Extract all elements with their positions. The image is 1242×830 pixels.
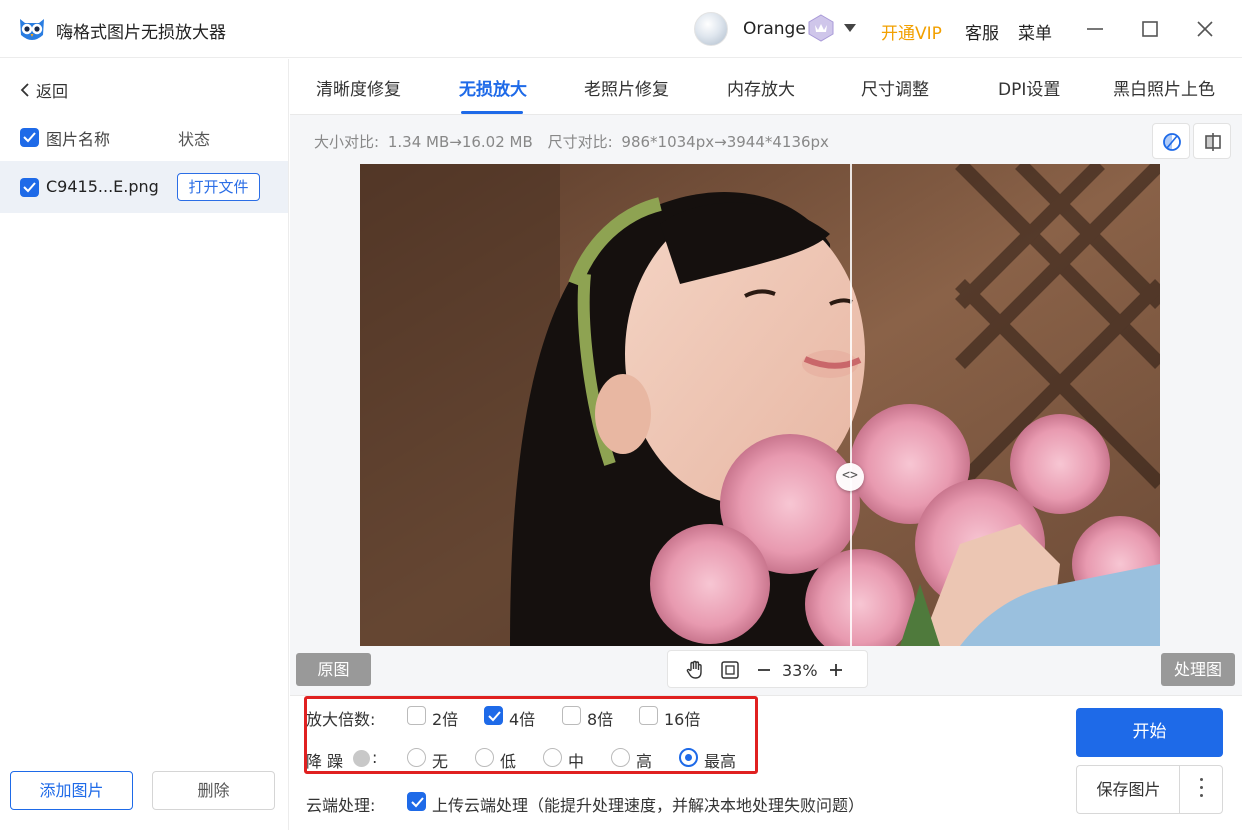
tab-old-photo-repair[interactable]: 老照片修复 [584,75,669,100]
close-icon[interactable] [1190,14,1220,44]
vip-link[interactable]: 开通VIP [881,19,942,44]
active-tab-indicator [461,111,523,114]
denoise-low-label[interactable]: 低 [500,748,516,772]
scale-16x-label[interactable]: 16倍 [664,706,700,730]
more-options-button[interactable] [1179,765,1223,814]
scale-4x-checkbox[interactable] [484,706,503,725]
denoise-none-label[interactable]: 无 [432,748,448,772]
options-panel: 放大倍数: 2倍 4倍 8倍 16倍 降 躁 : 无 低 中 高 最高 云端处理… [290,695,1242,830]
denoise-medium-label[interactable]: 中 [568,748,584,772]
denoise-medium-radio[interactable] [543,748,562,767]
denoise-label: 降 躁 [306,752,344,771]
hand-pan-icon[interactable] [685,660,705,680]
denoise-none-radio[interactable] [407,748,426,767]
app-title: 嗨格式图片无损放大器 [56,23,226,43]
tab-colorize[interactable]: 黑白照片上色 [1113,75,1215,100]
scale-4x-label[interactable]: 4倍 [509,706,535,730]
column-header-name: 图片名称 [46,130,111,149]
photo-illustration [360,164,1160,646]
arrow: → [714,133,727,151]
compare-mode-button[interactable] [1152,123,1190,159]
feature-tabs: 清晰度修复 无损放大 老照片修复 内存放大 尺寸调整 DPI设置 黑白照片上色 [290,59,1242,115]
side-by-side-button[interactable] [1193,123,1231,159]
more-vertical-icon [1200,778,1203,781]
owl-logo-icon [20,19,44,40]
zoom-in-icon[interactable] [828,660,844,680]
compare-handle[interactable]: <> [836,463,864,491]
file-checkbox[interactable] [20,178,39,197]
save-image-button[interactable]: 保存图片 [1076,765,1180,814]
split-view-icon [1205,133,1221,151]
column-header-status: 状态 [178,130,211,149]
dimension-from: 986*1034px [621,133,715,151]
tab-lossless-upscale[interactable]: 无损放大 [459,75,527,100]
processed-label: 处理图 [1161,653,1235,686]
delete-button[interactable]: 删除 [152,771,275,810]
dimension-compare-label: 尺寸对比: [547,133,613,151]
denoise-high-radio[interactable] [611,748,630,767]
scale-8x-checkbox[interactable] [562,706,581,725]
back-label: 返回 [36,82,69,101]
select-all-checkbox[interactable] [20,128,39,147]
scale-8x-label[interactable]: 8倍 [587,706,613,730]
split-circle-icon [1163,133,1181,151]
denoise-max-radio[interactable] [679,748,698,767]
scale-16x-checkbox[interactable] [639,706,658,725]
cloud-label: 云端处理: [306,796,376,815]
maximize-icon[interactable] [1135,14,1165,44]
check-icon [488,711,501,722]
file-name: C9415...E.png [46,177,159,196]
fit-screen-icon[interactable] [720,660,740,680]
add-image-button[interactable]: 添加图片 [10,771,133,810]
tab-clarity-repair[interactable]: 清晰度修复 [316,75,401,100]
start-button[interactable]: 开始 [1076,708,1223,757]
caret-down-icon[interactable] [843,22,857,34]
tab-resize[interactable]: 尺寸调整 [861,75,929,100]
zoom-out-icon[interactable] [756,660,772,680]
cloud-checkbox[interactable] [407,792,426,811]
main-panel: 清晰度修复 无损放大 老照片修复 内存放大 尺寸调整 DPI设置 黑白照片上色 … [290,59,1242,830]
menu-link[interactable]: 菜单 [1018,19,1052,44]
compare-info: 大小对比: 1.34 MB→16.02 MB 尺寸对比: 986*1034px→… [314,131,829,152]
user-name[interactable]: Orange [743,19,806,39]
denoise-high-label[interactable]: 高 [636,748,652,772]
customer-service-link[interactable]: 客服 [965,19,999,44]
open-file-button[interactable]: 打开文件 [177,173,260,201]
scale-label: 放大倍数: [306,710,376,729]
check-icon [23,132,36,143]
denoise-low-radio[interactable] [475,748,494,767]
cloud-option-label[interactable]: 上传云端处理（能提升处理速度，并解决本地处理失败问题） [432,792,864,816]
scale-2x-checkbox[interactable] [407,706,426,725]
tab-dpi-settings[interactable]: DPI设置 [998,75,1060,100]
dimension-to: 3944*4136px [726,133,829,151]
vip-badge-icon [808,14,834,42]
user-avatar[interactable] [694,12,728,46]
back-button[interactable]: 返回 [20,78,68,102]
original-label: 原图 [296,653,371,686]
zoom-toolbar: 33% [667,650,868,688]
title-bar: 嗨格式图片无损放大器 Orange 开通VIP 客服 菜单 [0,0,1242,58]
size-compare-label: 大小对比: [314,133,380,151]
file-row[interactable]: C9415...E.png 打开文件 [0,161,288,213]
help-icon[interactable] [353,750,370,767]
file-sidebar: 返回 图片名称 状态 C9415...E.png 打开文件 添加图片 删除 [0,59,289,830]
arrow: → [449,133,462,151]
denoise-colon: : [372,748,378,767]
denoise-max-label[interactable]: 最高 [704,748,736,772]
image-preview[interactable]: <> [360,164,1160,646]
scale-2x-label[interactable]: 2倍 [432,706,458,730]
zoom-level: 33% [782,661,818,680]
minimize-icon[interactable] [1080,14,1110,44]
tab-filesize-enlarge[interactable]: 内存放大 [727,75,795,100]
size-from: 1.34 MB [387,133,450,151]
check-icon [23,182,36,193]
file-list-header: 图片名称 状态 [0,116,288,158]
size-to: 16.02 MB [461,133,533,151]
compare-divider[interactable] [850,164,852,646]
chevron-left-icon [20,83,29,97]
check-icon [411,797,424,808]
